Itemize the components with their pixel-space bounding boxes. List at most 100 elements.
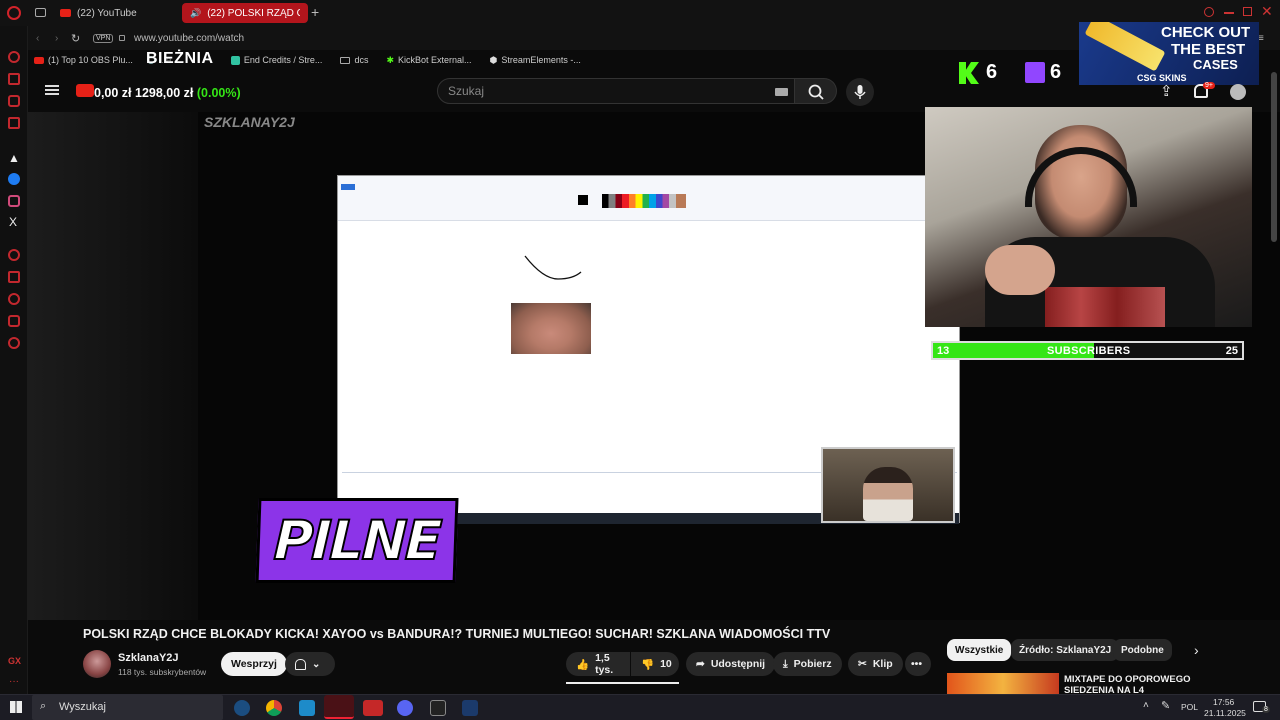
video-left-backdrop xyxy=(28,112,198,620)
opera-logo-icon[interactable] xyxy=(7,6,21,20)
csgo-skins-ad: CHECK OUT THE BEST CASES CSG SKINS xyxy=(1079,22,1259,85)
bookmark-item[interactable]: ✱ KickBot External... xyxy=(386,55,471,66)
chrome-icon[interactable] xyxy=(266,700,282,716)
opera-gx-icon[interactable] xyxy=(324,695,354,719)
support-button[interactable]: Wesprzyj xyxy=(221,652,287,676)
steam-app-icon[interactable] xyxy=(462,700,478,716)
clip-button[interactable]: ✂ Klip xyxy=(848,652,903,676)
folder-icon xyxy=(340,56,351,64)
chip-from-channel[interactable]: Źródło: SzklanaY2J xyxy=(1011,639,1120,661)
voice-search-button[interactable] xyxy=(846,78,874,106)
minimize-button[interactable] xyxy=(1224,12,1234,14)
forward-icon[interactable]: › xyxy=(55,33,58,44)
kick-count: 6 xyxy=(986,61,998,83)
share-icon: ➦ xyxy=(696,658,705,670)
thumbs-down-icon: 👎 xyxy=(641,658,655,671)
maximize-button[interactable] xyxy=(1243,7,1252,16)
messenger-icon[interactable] xyxy=(8,173,20,185)
upload-icon[interactable]: ⇪ xyxy=(1160,82,1173,100)
system-tray-chevron-icon[interactable]: ˄ xyxy=(1143,700,1149,711)
ai-icon[interactable] xyxy=(8,95,20,107)
youtube-logo-icon[interactable] xyxy=(76,84,94,97)
aria-icon[interactable] xyxy=(8,73,20,85)
chip-related[interactable]: Podobne xyxy=(1113,639,1172,661)
x-icon[interactable]: X xyxy=(9,215,17,229)
mic-icon xyxy=(854,85,866,99)
subs-label: SUBSCRIBERS xyxy=(1047,345,1131,357)
twitch-count: 6 xyxy=(1050,61,1062,83)
paint-curve-drawing xyxy=(524,255,582,280)
subscribe-bell-button[interactable]: ⌄ xyxy=(285,652,335,676)
channel-avatar[interactable] xyxy=(83,650,111,678)
new-tab-button[interactable]: + xyxy=(311,4,319,20)
subs-goal: 25 xyxy=(1225,345,1238,357)
tracker-title: BIEŻNIA xyxy=(146,50,214,67)
paint-active-color xyxy=(578,195,588,205)
more-actions-button[interactable]: ••• xyxy=(905,652,931,676)
tab-label: (22) POLSKI RZĄD CH xyxy=(207,7,300,19)
download-button[interactable]: ⤓ Pobierz xyxy=(773,652,842,676)
close-window-button[interactable]: ✕ xyxy=(1261,3,1273,20)
discord-icon[interactable] xyxy=(397,700,413,716)
chevron-down-icon: ⌄ xyxy=(312,658,321,670)
keyboard-icon[interactable] xyxy=(775,88,788,96)
recommendation-title[interactable]: MIXTAPE DO OPOROWEGO SIEDZENIA NA L4 xyxy=(1064,674,1200,694)
subs-current: 13 xyxy=(937,345,950,357)
tab-active-video[interactable]: 🔊 (22) POLSKI RZĄD CH xyxy=(182,3,308,23)
windows-start-icon[interactable] xyxy=(10,701,22,713)
back-icon[interactable]: ‹ xyxy=(36,33,39,44)
speed-dial-icon[interactable] xyxy=(8,51,20,63)
tab-island-icon[interactable] xyxy=(35,8,46,17)
taskbar-search-box[interactable]: ⌕ Wyszukaj xyxy=(32,695,223,720)
settings-icon[interactable] xyxy=(8,337,20,349)
dislike-count: 10 xyxy=(660,658,672,670)
aria-logo-icon[interactable]: ▲ xyxy=(8,151,20,165)
chip-next-icon[interactable]: › xyxy=(1194,642,1199,658)
bookmark-item[interactable]: ⬢ StreamElements -... xyxy=(490,55,581,66)
bookmark-item[interactable]: End Credits / Stre... xyxy=(230,55,322,65)
search-icon xyxy=(808,84,824,100)
search-input[interactable]: Szukaj xyxy=(437,78,795,104)
clock-date[interactable]: 21.11.2025 xyxy=(1204,708,1246,718)
reload-icon[interactable]: ↻ xyxy=(71,32,80,45)
windows-taskbar: ⌕ Wyszukaj ˄ ✎ POL 17:56 21.11.2025 8 xyxy=(0,694,1280,720)
download-icon: ⤓ xyxy=(783,657,788,670)
wallet-icon[interactable] xyxy=(8,271,20,283)
share-button[interactable]: ➦ Udostępnij xyxy=(686,652,776,676)
app-icon[interactable] xyxy=(299,700,315,716)
clock-time[interactable]: 17:56 xyxy=(1213,697,1234,707)
video-editor-icon[interactable] xyxy=(363,700,383,716)
page-scrollbar[interactable] xyxy=(1271,72,1277,242)
mail-icon[interactable] xyxy=(8,117,20,129)
chip-label: Podobne xyxy=(1121,644,1164,656)
recommendation-thumbnail[interactable] xyxy=(947,673,1059,694)
clip-label: Klip xyxy=(872,658,893,670)
tab-youtube[interactable]: (22) YouTube xyxy=(52,3,178,23)
chip-all[interactable]: Wszystkie xyxy=(947,639,1012,661)
channel-name[interactable]: SzklanaY2J xyxy=(118,652,179,664)
bookmark-item[interactable]: (1) Top 10 OBS Plu... xyxy=(34,55,133,65)
search-button[interactable] xyxy=(795,78,837,104)
tracker-amounts: 0,00 zł 1298,00 zł xyxy=(94,86,194,100)
gx-corner-icon[interactable]: GX xyxy=(8,656,21,666)
language-indicator[interactable]: POL xyxy=(1181,702,1198,712)
account-avatar[interactable] xyxy=(1230,84,1246,100)
ad-knife-graphic xyxy=(1084,22,1166,72)
steam-icon[interactable] xyxy=(234,700,250,716)
history-icon[interactable] xyxy=(8,293,20,305)
more-icon[interactable]: ··· xyxy=(9,676,19,687)
bookmark-item[interactable]: dcs xyxy=(340,55,368,65)
pen-icon[interactable]: ✎ xyxy=(1161,699,1170,712)
chip-label: Źródło: SzklanaY2J xyxy=(1019,644,1112,656)
instagram-icon[interactable] xyxy=(8,195,20,207)
music-icon[interactable] xyxy=(8,249,20,261)
notification-center-count: 8 xyxy=(1262,706,1270,713)
search-tabs-icon[interactable] xyxy=(1204,7,1214,17)
extensions-icon[interactable] xyxy=(8,315,20,327)
vpn-badge[interactable]: VPN xyxy=(93,33,114,43)
paint-color-palette xyxy=(602,194,686,208)
like-button[interactable]: 👍 1,5 tys. xyxy=(566,652,630,676)
dislike-button[interactable]: 👎 10 xyxy=(631,652,679,676)
epic-games-icon[interactable] xyxy=(430,700,446,716)
url-field[interactable]: www.youtube.com/watch xyxy=(134,33,244,44)
